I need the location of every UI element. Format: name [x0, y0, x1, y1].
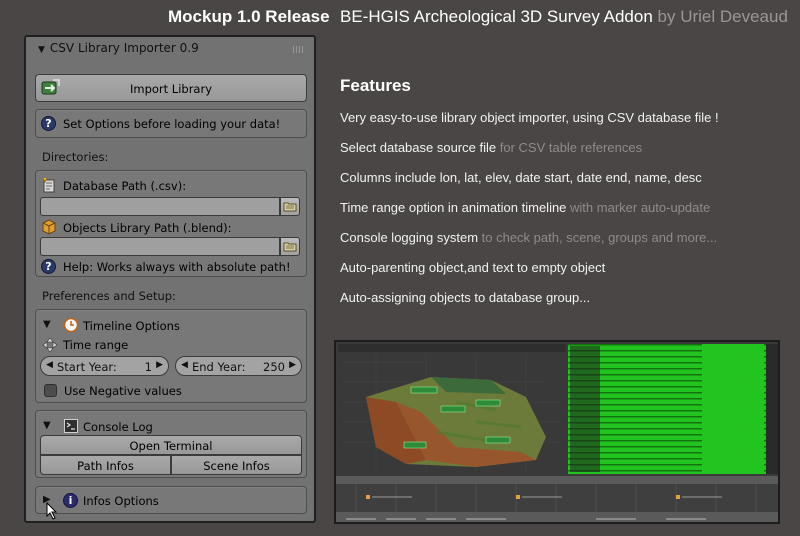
collapse-triangle-icon[interactable]: ▼ [38, 45, 45, 55]
decrement-arrow-icon[interactable]: ◀ [46, 360, 53, 370]
feature-item: Auto-assigning objects to database group… [340, 290, 790, 320]
panel-title: CSV Library Importer 0.9 [49, 41, 199, 55]
path-infos-button[interactable]: Path Infos [40, 455, 171, 475]
end-year-field[interactable]: ◀ End Year: 250 ▶ [175, 356, 302, 376]
import-library-label: Import Library [129, 82, 213, 96]
panel-header[interactable]: ▼ CSV Library Importer 0.9 [26, 37, 314, 63]
import-library-button[interactable]: Import Library [35, 74, 307, 102]
mouse-cursor-icon [46, 502, 58, 520]
addon-title: BE-HGIS Archeological 3D Survey Addon by… [340, 7, 788, 27]
feature-text: Columns include lon, lat, elev, date sta… [340, 170, 702, 185]
start-year-field[interactable]: ◀ Start Year: 1 ▶ [40, 356, 169, 376]
folder-icon [283, 202, 297, 212]
console-log-label: Console Log [83, 420, 153, 434]
open-terminal-button[interactable]: Open Terminal [40, 435, 302, 455]
objects-browse-button[interactable] [280, 237, 300, 256]
feature-item: Console logging system to check path, sc… [340, 230, 790, 260]
feature-text: Time range option in animation timeline [340, 200, 567, 215]
timeline-options-label: Timeline Options [83, 319, 180, 333]
console-icon [64, 419, 78, 433]
scene-infos-label: Scene Infos [203, 459, 270, 473]
database-file-icon [42, 177, 55, 193]
feature-item: Auto-parenting object,and text to empty … [340, 260, 790, 290]
feature-note: for CSV table references [496, 140, 643, 155]
database-path-label: Database Path (.csv): [63, 179, 187, 193]
objects-library-icon [42, 219, 56, 235]
end-year-label: End Year: [192, 360, 246, 374]
feature-item: Very easy-to-use library object importer… [340, 110, 790, 140]
release-title: Mockup 1.0 Release [168, 7, 330, 26]
feature-text: Very easy-to-use library object importer… [340, 110, 719, 125]
csv-importer-panel: ▼ CSV Library Importer 0.9 Import Library… [24, 35, 316, 523]
hint-box: ? Set Options before loading your data! [35, 109, 307, 138]
start-year-label: Start Year: [57, 360, 117, 374]
start-year-value: 1 [144, 360, 152, 374]
time-range-icon [42, 337, 58, 353]
addon-name: BE-HGIS Archeological 3D Survey Addon [340, 7, 653, 26]
feature-item: Select database source file for CSV tabl… [340, 140, 790, 170]
database-browse-button[interactable] [280, 197, 300, 216]
time-range-label: Time range [63, 338, 129, 352]
help-text: Help: Works always with absolute path! [63, 260, 291, 274]
info-icon: i [63, 493, 78, 508]
preferences-label: Preferences and Setup: [42, 289, 176, 303]
folder-icon [283, 242, 297, 252]
expand-triangle-icon[interactable]: ▼ [43, 319, 51, 330]
screenshot-image [336, 342, 778, 522]
expand-triangle-icon[interactable]: ▼ [43, 420, 51, 431]
directories-box: Database Path (.csv): Objects Library Pa… [35, 170, 307, 277]
feature-text: Console logging system [340, 230, 479, 245]
question-icon: ? [41, 259, 56, 274]
feature-text: Auto-parenting object,and text to empty … [340, 260, 606, 275]
question-icon: ? [41, 116, 56, 131]
increment-arrow-icon[interactable]: ▶ [156, 360, 163, 370]
end-year-value: 250 [263, 360, 285, 374]
feature-text: Select database source file [340, 140, 497, 155]
scene-infos-button[interactable]: Scene Infos [171, 455, 302, 475]
feature-item: Columns include lon, lat, elev, date sta… [340, 170, 790, 200]
infos-box: ▶ i Infos Options [35, 486, 307, 514]
negative-values-label: Use Negative values [64, 384, 182, 398]
set-options-hint: Set Options before loading your data! [63, 117, 281, 131]
database-path-field[interactable] [40, 197, 280, 216]
author-credit: by Uriel Deveaud [657, 7, 788, 26]
open-terminal-label: Open Terminal [129, 439, 213, 453]
feature-item: Time range option in animation timeline … [340, 200, 790, 230]
objects-path-field[interactable] [40, 237, 280, 256]
blender-screenshot [334, 340, 780, 524]
drag-grip-icon[interactable] [293, 46, 304, 53]
path-infos-label: Path Infos [77, 459, 134, 473]
features-heading: Features [340, 76, 411, 95]
feature-note: to check path, scene, groups and more... [478, 230, 718, 245]
decrement-arrow-icon[interactable]: ◀ [181, 360, 188, 370]
negative-values-checkbox[interactable] [44, 384, 57, 397]
feature-text: Auto-assigning objects to database group… [340, 290, 591, 305]
objects-path-label: Objects Library Path (.blend): [63, 221, 232, 235]
clock-icon [63, 317, 79, 333]
increment-arrow-icon[interactable]: ▶ [289, 360, 296, 370]
features-section: Features Very easy-to-use library object… [340, 76, 790, 320]
feature-note: with marker auto-update [566, 200, 711, 215]
timeline-box: ▼ Timeline Options Time range ◀ Start Ye… [35, 309, 307, 403]
infos-options-label: Infos Options [83, 494, 159, 508]
console-box: ▼ Console Log Open Terminal Path Infos S… [35, 410, 307, 478]
directories-label: Directories: [42, 150, 109, 164]
